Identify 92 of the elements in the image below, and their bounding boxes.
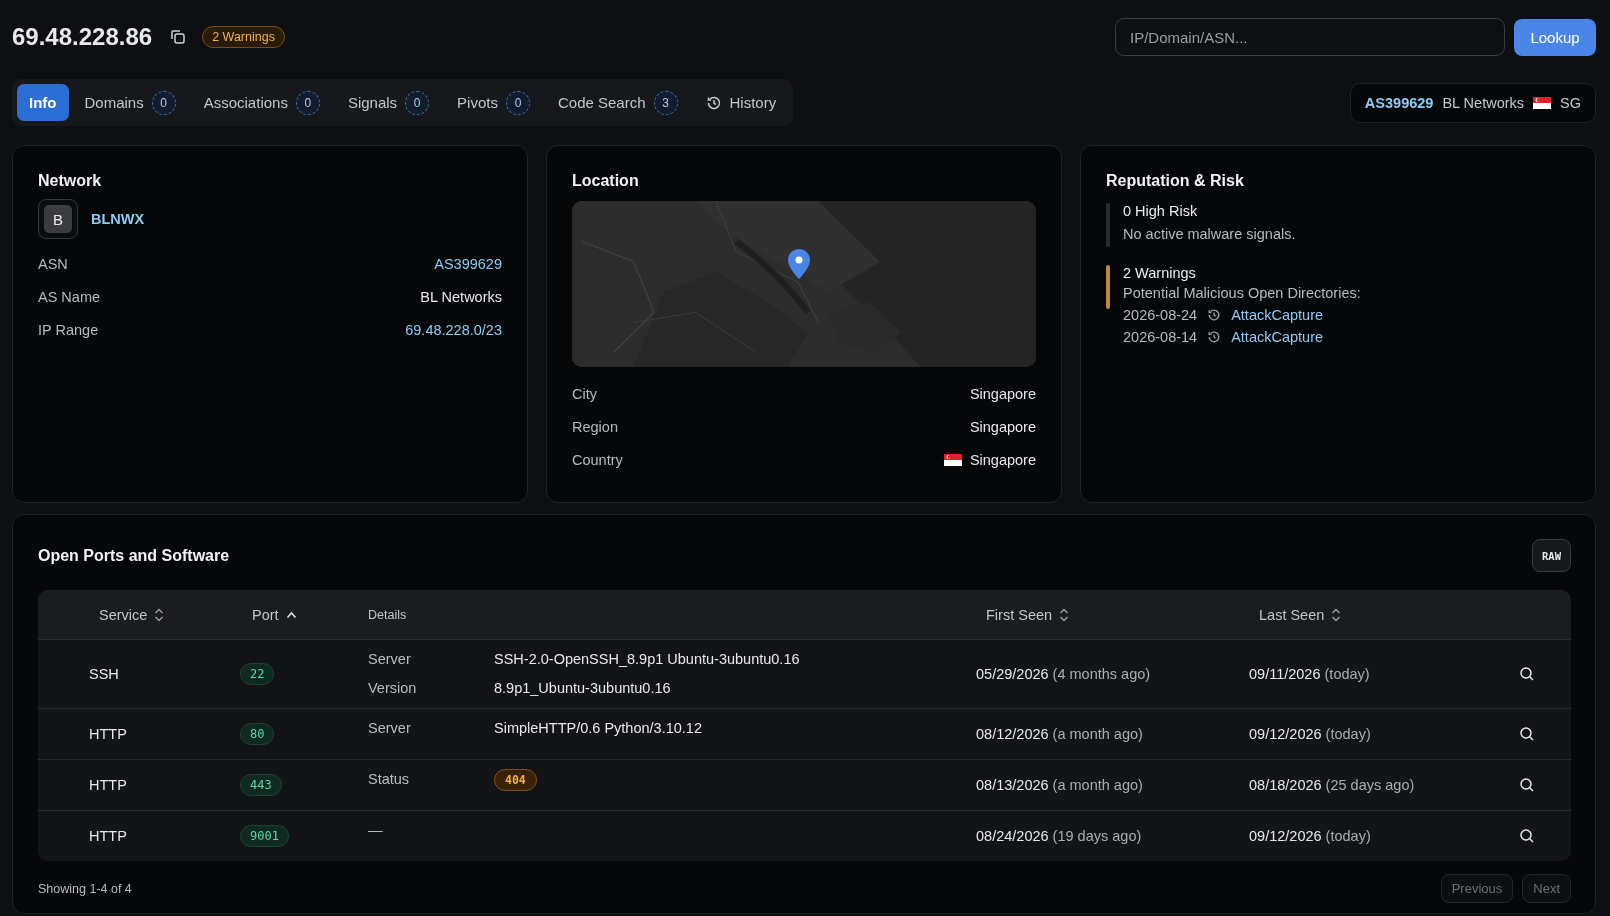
tab[interactable]: Associations 0 xyxy=(191,84,332,121)
search-icon[interactable] xyxy=(1519,666,1535,682)
search-icon[interactable] xyxy=(1519,777,1535,793)
detail-key: Server xyxy=(368,719,494,736)
country-code: SG xyxy=(1560,94,1581,111)
service-name: HTTP xyxy=(89,828,127,844)
lookup-button[interactable]: Lookup xyxy=(1514,18,1596,56)
asn-number[interactable]: AS399629 xyxy=(1364,94,1434,111)
detail-key: Status xyxy=(368,770,494,787)
risk-text: No active malware signals. xyxy=(1123,226,1296,242)
source-link[interactable]: AttackCapture xyxy=(1231,307,1324,323)
history-icon xyxy=(1207,308,1222,322)
detail-key: Server xyxy=(368,650,494,667)
flag-icon xyxy=(943,453,962,466)
avatar: B xyxy=(38,199,78,239)
column-header[interactable]: Port xyxy=(252,606,279,623)
column-header[interactable]: Last Seen xyxy=(1259,606,1325,623)
column-header[interactable]: Service xyxy=(99,606,148,623)
sort-icon[interactable] xyxy=(1331,607,1342,622)
port-badge: 443 xyxy=(240,774,282,796)
first-seen-date: 05/29/2026 (4 months ago) xyxy=(976,666,1151,682)
info-label: ASN xyxy=(38,255,68,272)
raw-button[interactable]: RAW xyxy=(1532,539,1571,572)
org-link[interactable]: BLNWX xyxy=(91,211,145,227)
card-title: Location xyxy=(572,172,640,190)
count-badge: 3 xyxy=(653,90,678,115)
info-label: City xyxy=(572,385,597,402)
last-seen-date: 08/18/2026 (25 days ago) xyxy=(1249,777,1415,793)
empty-detail: — xyxy=(368,821,384,838)
last-seen-date: 09/11/2026 (today) xyxy=(1249,666,1370,682)
entry-date: 2026-08-24 xyxy=(1123,307,1198,323)
sort-icon[interactable] xyxy=(1059,607,1070,622)
search-icon[interactable] xyxy=(1519,828,1535,844)
tab[interactable]: Info xyxy=(17,84,69,121)
history-icon xyxy=(705,94,722,111)
sort-ascending-icon[interactable] xyxy=(285,610,297,619)
risk-text: Potential Malicious Open Directories: xyxy=(1123,285,1361,301)
tab[interactable]: Code Search 3 xyxy=(545,84,690,121)
copy-icon[interactable] xyxy=(170,29,187,45)
card-title: Network xyxy=(38,172,103,190)
column-header: Details xyxy=(368,607,407,622)
detail-value: SSH-2.0-OpenSSH_8.9p1 Ubuntu-3ubuntu0.16 xyxy=(494,650,800,667)
history-icon xyxy=(1207,330,1222,344)
info-link[interactable]: AS399629 xyxy=(434,255,502,272)
card-title: Reputation & Risk xyxy=(1106,172,1245,190)
info-label: Region xyxy=(572,418,618,435)
warnings-badge: 2 Warnings xyxy=(202,26,285,48)
status-badge: 404 xyxy=(494,768,537,791)
sort-icon[interactable] xyxy=(154,607,165,622)
results-count: Showing 1-4 of 4 xyxy=(38,881,132,896)
info-label: AS Name xyxy=(38,288,101,305)
tab[interactable]: History xyxy=(693,84,789,121)
search-field[interactable]: IP/Domain/ASN... xyxy=(1115,18,1505,56)
risk-heading: 0 High Risk xyxy=(1123,203,1199,219)
map-pin-icon xyxy=(788,249,810,279)
tab[interactable]: Domains 0 xyxy=(72,84,188,121)
service-name: SSH xyxy=(89,666,119,682)
last-seen-date: 09/12/2026 (today) xyxy=(1249,828,1371,844)
entry-date: 2026-08-14 xyxy=(1123,329,1198,345)
info-value: Singapore xyxy=(969,385,1036,402)
info-value: Singapore xyxy=(969,418,1036,435)
detail-value: SimpleHTTP/0.6 Python/3.10.12 xyxy=(494,719,702,736)
info-link[interactable]: 69.48.228.0/23 xyxy=(405,321,502,338)
ip-address-title: 69.48.228.86 xyxy=(12,23,153,51)
port-badge: 80 xyxy=(240,723,275,745)
tab[interactable]: Signals 0 xyxy=(335,84,442,121)
port-badge: 22 xyxy=(240,663,275,685)
count-badge: 0 xyxy=(505,90,530,115)
info-label: IP Range xyxy=(38,321,99,338)
detail-key: Version xyxy=(368,679,494,696)
info-value: Singapore xyxy=(969,451,1036,468)
port-badge: 9001 xyxy=(240,825,289,847)
as-name: BL Networks xyxy=(1442,94,1525,111)
count-badge: 0 xyxy=(151,90,176,115)
info-label: Country xyxy=(572,451,623,468)
service-name: HTTP xyxy=(89,777,127,793)
count-badge: 0 xyxy=(405,90,430,115)
count-badge: 0 xyxy=(295,90,320,115)
flag-icon xyxy=(1533,96,1552,109)
search-icon[interactable] xyxy=(1519,726,1535,742)
first-seen-date: 08/24/2026 (19 days ago) xyxy=(976,828,1142,844)
risk-heading: 2 Warnings xyxy=(1123,265,1197,281)
tab[interactable]: Pivots 0 xyxy=(445,84,542,121)
last-seen-date: 09/12/2026 (today) xyxy=(1249,726,1371,742)
info-value: BL Networks xyxy=(420,288,502,305)
service-name: HTTP xyxy=(89,726,127,742)
detail-value: 8.9p1_Ubuntu-3ubuntu0.16 xyxy=(494,679,671,696)
first-seen-date: 08/13/2026 (a month ago) xyxy=(976,777,1143,793)
source-link[interactable]: AttackCapture xyxy=(1231,329,1324,345)
card-title: Open Ports and Software xyxy=(38,546,230,565)
first-seen-date: 08/12/2026 (a month ago) xyxy=(976,726,1143,742)
column-header[interactable]: First Seen xyxy=(986,606,1053,623)
